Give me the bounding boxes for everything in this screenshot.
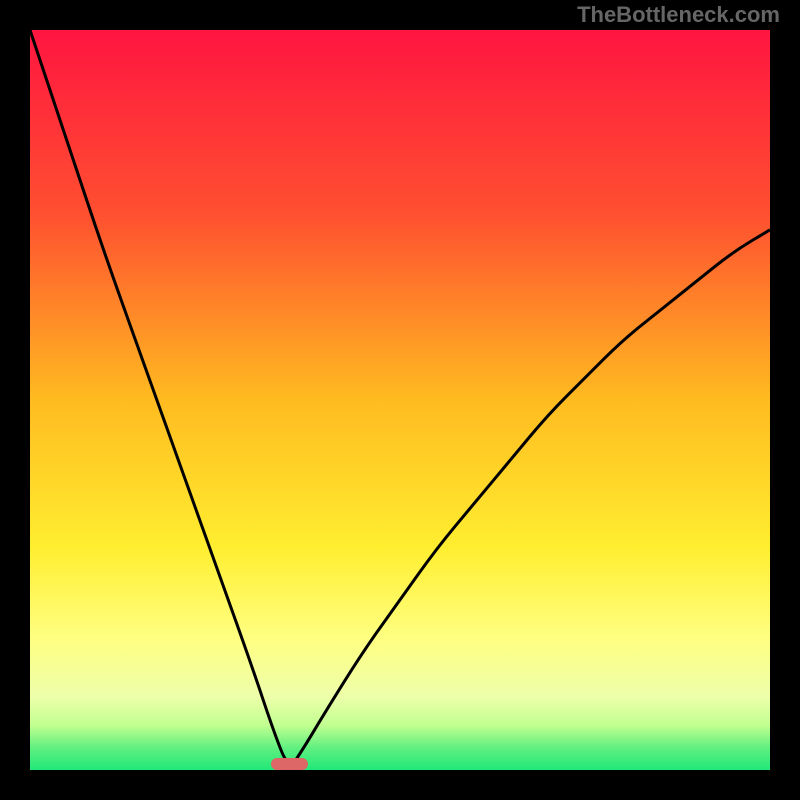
watermark-text: TheBottleneck.com — [577, 2, 780, 28]
curve-layer — [30, 30, 770, 770]
bottleneck-curve — [30, 30, 770, 763]
plot-area — [30, 30, 770, 770]
optimal-marker — [271, 758, 308, 770]
